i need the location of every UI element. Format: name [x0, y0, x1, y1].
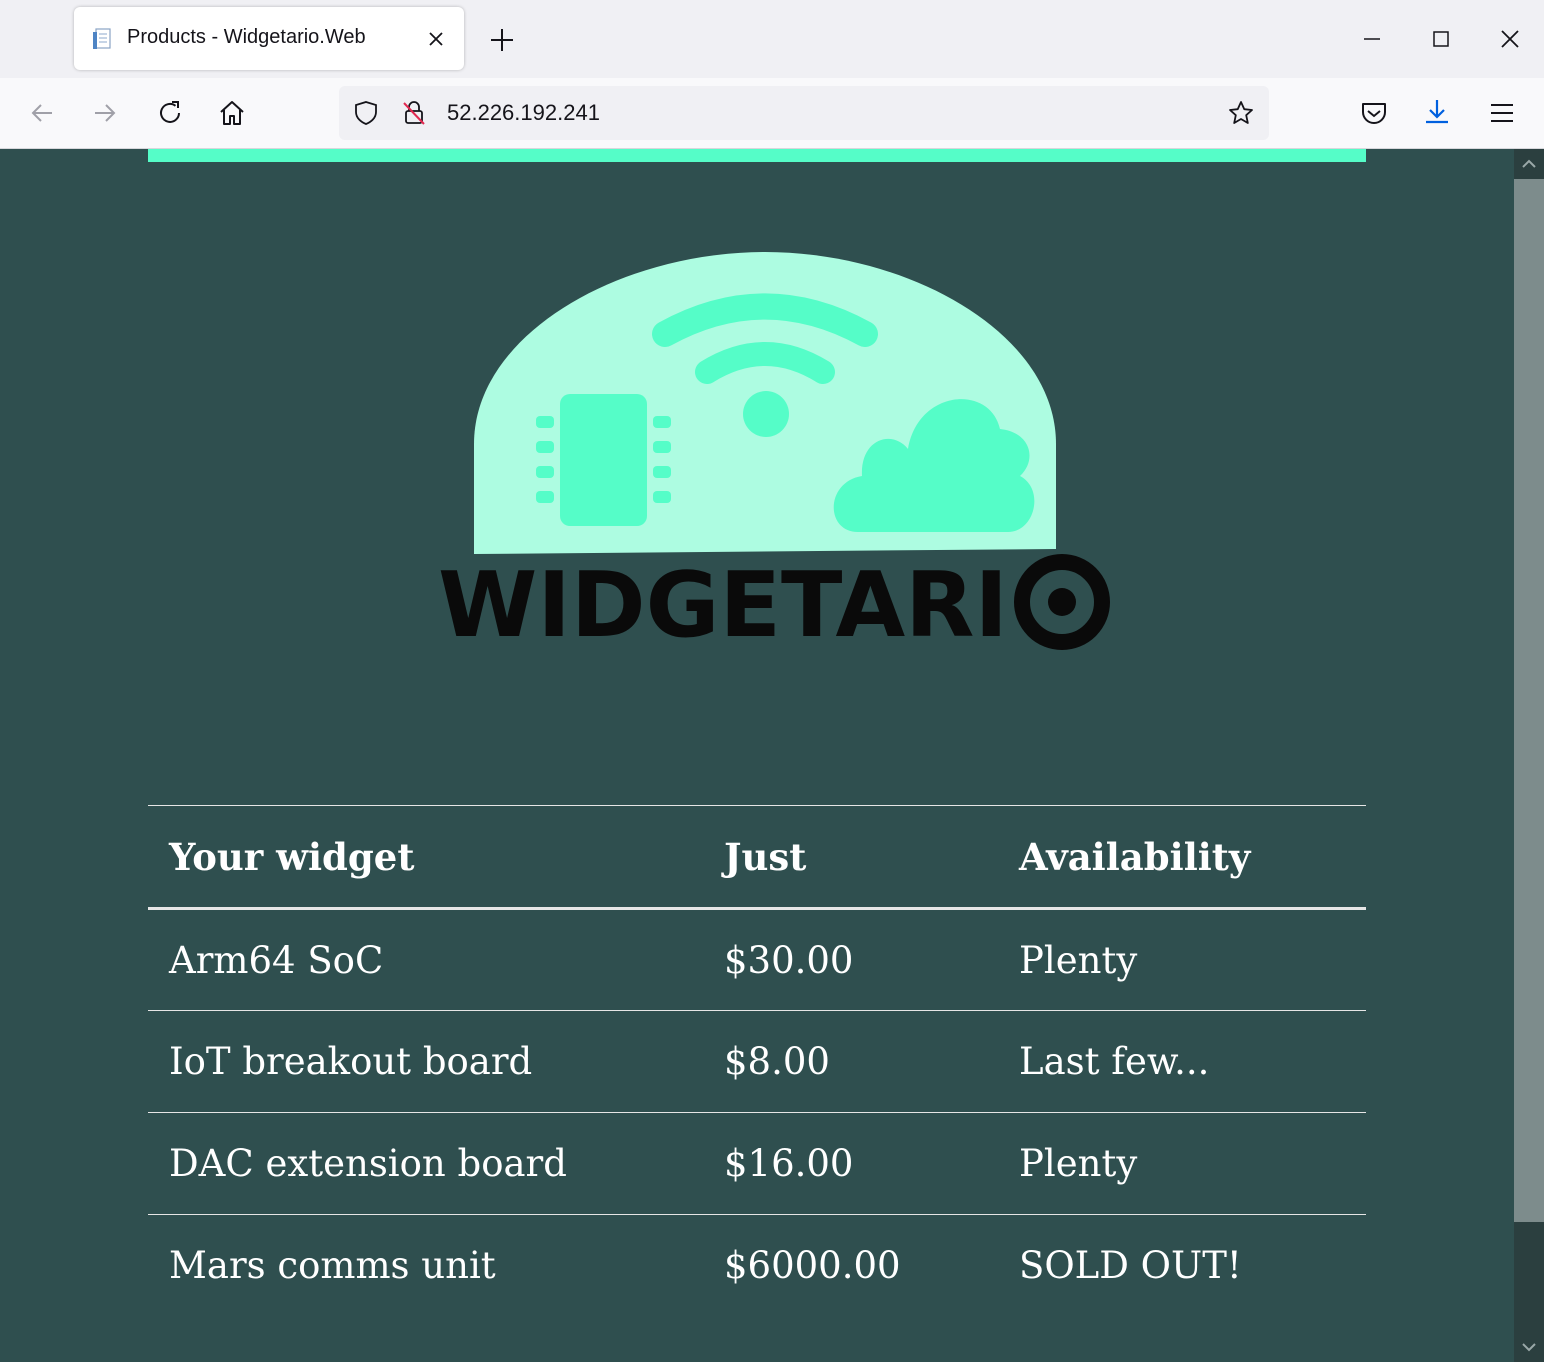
- insecure-lock-icon[interactable]: [401, 100, 427, 126]
- vertical-scrollbar[interactable]: [1514, 149, 1544, 1362]
- new-tab-icon[interactable]: [488, 26, 516, 54]
- widget-availability: Plenty: [998, 1112, 1366, 1215]
- downloads-icon[interactable]: [1420, 96, 1454, 130]
- page-viewport: WIDGETARI Your widget Just Availability …: [0, 149, 1514, 1362]
- home-icon[interactable]: [215, 96, 249, 130]
- tab-bar: Products - Widgetario.Web: [0, 0, 1544, 78]
- widgetario-logo: WIDGETARI: [438, 252, 1110, 658]
- widget-availability: Plenty: [998, 908, 1366, 1011]
- table-row: DAC extension board $16.00 Plenty: [148, 1112, 1366, 1215]
- forward-icon[interactable]: [88, 96, 122, 130]
- widget-availability: Last few...: [998, 1010, 1366, 1113]
- header-availability: Availability: [998, 805, 1366, 910]
- widget-name: IoT breakout board: [148, 1010, 703, 1113]
- table-header-row: Your widget Just Availability: [148, 805, 1366, 910]
- tracking-protection-shield-icon[interactable]: [353, 100, 379, 126]
- url-text[interactable]: 52.226.192.241: [447, 100, 600, 126]
- page-icon: [93, 28, 111, 49]
- widget-price: $8.00: [703, 1010, 998, 1113]
- scroll-down-arrow-icon[interactable]: [1514, 1332, 1544, 1362]
- header-price: Just: [703, 805, 998, 910]
- table-row: Mars comms unit $6000.00 SOLD OUT!: [148, 1215, 1366, 1317]
- table-row: Arm64 SoC $30.00 Plenty: [148, 908, 1366, 1011]
- minimize-icon[interactable]: [1357, 24, 1387, 54]
- widget-availability: SOLD OUT!: [1019, 1244, 1242, 1288]
- address-bar[interactable]: 52.226.192.241: [339, 86, 1269, 140]
- widget-name: DAC extension board: [148, 1112, 703, 1215]
- widget-price: $16.00: [703, 1112, 998, 1215]
- widget-name: Arm64 SoC: [148, 908, 703, 1011]
- bookmark-star-icon[interactable]: [1227, 99, 1255, 127]
- app-menu-icon[interactable]: [1485, 96, 1519, 130]
- reload-icon[interactable]: [153, 96, 187, 130]
- maximize-icon[interactable]: [1426, 24, 1456, 54]
- svg-text:WIDGETARI: WIDGETARI: [438, 553, 1008, 658]
- accent-header-stripe: [148, 149, 1366, 162]
- header-widget: Your widget: [148, 805, 703, 910]
- widget-name: Mars comms unit: [169, 1244, 496, 1288]
- tab-title: Products - Widgetario.Web: [127, 26, 366, 48]
- close-window-icon[interactable]: [1495, 24, 1525, 54]
- back-icon[interactable]: [25, 96, 59, 130]
- close-tab-icon[interactable]: [424, 27, 448, 51]
- widget-price: $30.00: [703, 908, 998, 1011]
- scroll-up-arrow-icon[interactable]: [1514, 149, 1544, 179]
- table-row: IoT breakout board $8.00 Last few...: [148, 1010, 1366, 1113]
- widget-price: $6000.00: [724, 1244, 901, 1288]
- scrollbar-thumb[interactable]: [1514, 179, 1544, 1222]
- pocket-icon[interactable]: [1357, 96, 1391, 130]
- active-tab[interactable]: Products - Widgetario.Web: [74, 7, 464, 70]
- navigation-toolbar: 52.226.192.241: [0, 78, 1544, 149]
- products-table: Your widget Just Availability Arm64 SoC …: [148, 805, 1366, 1317]
